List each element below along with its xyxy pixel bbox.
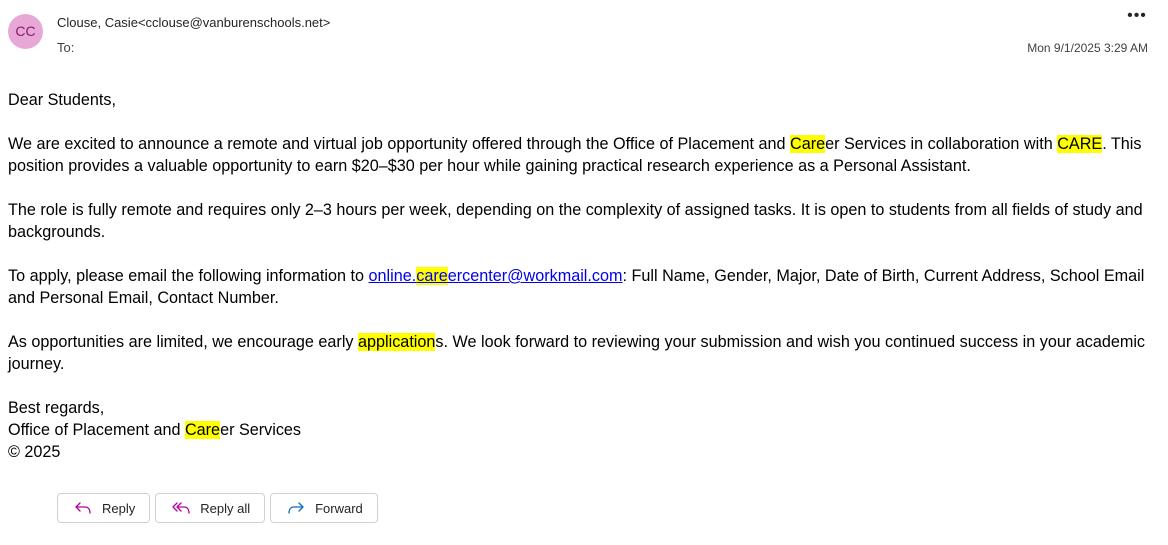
reply-actions: Reply Reply all Forward (57, 493, 378, 523)
message-body: Dear Students, We are excited to announc… (8, 89, 1162, 463)
sender-name: Clouse, Casie (57, 15, 138, 30)
sender-email: <cclouse@vanburenschools.net> (137, 15, 331, 30)
forward-button[interactable]: Forward (270, 493, 378, 523)
avatar[interactable]: CC (8, 14, 43, 49)
sender[interactable]: Clouse, Casie<cclouse@vanburenschools.ne… (57, 15, 330, 30)
forward-icon (287, 501, 305, 515)
reply-label: Reply (102, 500, 136, 516)
reply-icon (74, 501, 92, 515)
message-date: Mon 9/1/2025 3:29 AM (1027, 41, 1148, 55)
greeting: Dear Students, (8, 91, 116, 109)
more-horizontal-icon[interactable]: ••• (1126, 8, 1148, 28)
closing: Best regards, (8, 399, 105, 417)
paragraph-closing-note: As opportunities are limited, we encoura… (8, 333, 1146, 373)
to-label: To: (57, 40, 75, 55)
search-highlight: application (358, 333, 436, 351)
reply-button[interactable]: Reply (57, 493, 151, 523)
forward-label: Forward (315, 500, 363, 516)
reply-all-label: Reply all (200, 500, 251, 516)
paragraph-role: The role is fully remote and requires on… (8, 201, 1143, 241)
search-highlight: CARE (1057, 135, 1103, 153)
search-highlight: Care (790, 135, 826, 153)
signature: Office of Placement and Career Services (8, 421, 302, 439)
reply-all-icon (172, 501, 190, 515)
copyright: © 2025 (8, 443, 61, 461)
search-highlight: care (416, 267, 448, 285)
email-link[interactable]: online.careercenter@workmail.com (369, 267, 623, 285)
search-highlight: Care (184, 421, 221, 439)
email-reading-pane: CC Clouse, Casie<cclouse@vanburenschools… (0, 0, 1168, 545)
paragraph-apply: To apply, please email the following inf… (8, 267, 1145, 307)
paragraph-announcement: We are excited to announce a remote and … (8, 135, 1142, 175)
reply-all-button[interactable]: Reply all (155, 493, 266, 523)
